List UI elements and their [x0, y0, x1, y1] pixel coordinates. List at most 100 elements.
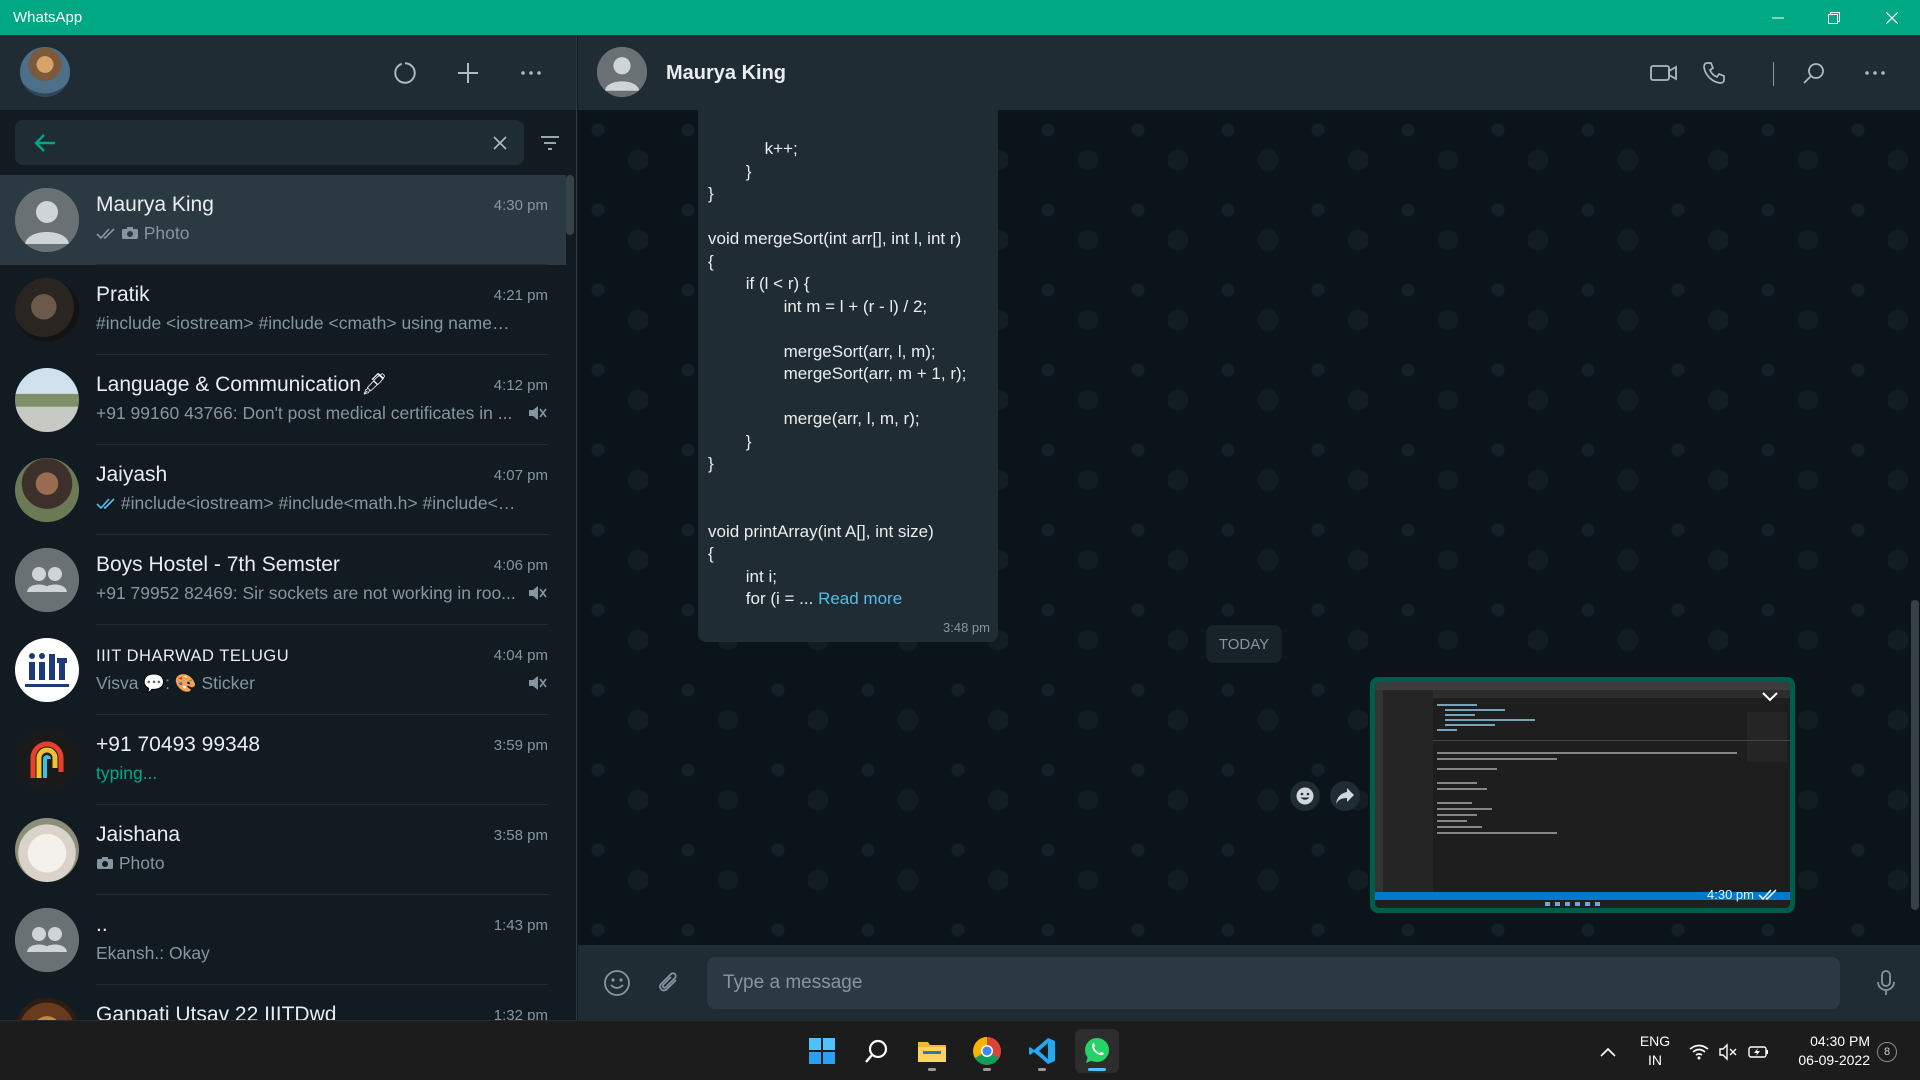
chat-item-boys-hostel[interactable]: Boys Hostel - 7th Semster 4:06 pm +91 79…: [0, 535, 566, 625]
input-language[interactable]: ENG IN: [1635, 1032, 1675, 1070]
avatar: [15, 278, 79, 342]
chevron-up-icon[interactable]: [1600, 1047, 1616, 1057]
chat-name: IIIT DHARWAD TELUGU: [96, 647, 290, 665]
system-clock[interactable]: 04:30 PM 06-09-2022: [1786, 1032, 1870, 1070]
message-composer: [578, 945, 1920, 1020]
new-chat-button[interactable]: [452, 57, 484, 89]
clear-search-icon[interactable]: [493, 136, 507, 150]
search-icon: [865, 1039, 888, 1063]
avatar: [15, 368, 79, 432]
minimize-icon: [1772, 17, 1784, 18]
conversation-menu-button[interactable]: [1859, 57, 1891, 89]
avatar: [15, 638, 79, 702]
search-icon: [1803, 63, 1824, 84]
outgoing-image-message[interactable]: 4:30 pm: [1370, 677, 1795, 913]
notification-badge[interactable]: 8: [1877, 1042, 1897, 1062]
attach-button[interactable]: [653, 967, 685, 999]
chat-item-dots-group[interactable]: .. 1:43 pm Ekansh.: Okay: [0, 895, 566, 985]
vscode-button[interactable]: [1020, 1029, 1064, 1073]
chat-preview-text: Photo: [118, 853, 165, 873]
whatsapp-icon: [1085, 1038, 1109, 1063]
search-messages-button[interactable]: [1798, 57, 1830, 89]
paperclip-icon: [659, 972, 677, 992]
incoming-message[interactable]: k++; } } void mergeSort(int arr[], int l…: [698, 100, 998, 642]
conversation-header: Maurya King: [578, 35, 1920, 110]
image-meta: 4:30 pm: [1707, 887, 1778, 902]
voice-call-button[interactable]: [1698, 57, 1730, 89]
chrome-icon: [973, 1037, 1001, 1065]
chat-item-iiit-dharwad-telugu[interactable]: IIIT DHARWAD TELUGU 4:04 pm Visva 💬: 🎨 S…: [0, 625, 566, 715]
wifi-icon: [1689, 1044, 1709, 1060]
folder-icon: [918, 1042, 946, 1062]
search-row: [0, 110, 576, 175]
forward-button[interactable]: [1330, 781, 1360, 811]
region-code: IN: [1648, 1052, 1662, 1068]
chat-preview: +91 79952 82469: Sir sockets are not wor…: [96, 583, 516, 603]
group-avatar-icon: [15, 908, 79, 972]
whatsapp-button[interactable]: [1075, 1029, 1119, 1073]
chat-item-ganpati-utsav[interactable]: Ganpati Utsav 22 IIITDwd 1:32 pm: [0, 985, 566, 1020]
restore-button[interactable]: [1806, 0, 1862, 35]
default-avatar-icon: [597, 47, 647, 97]
conversation-scrollbar[interactable]: [1911, 600, 1919, 910]
chat-time: 1:43 pm: [493, 917, 548, 934]
wifi-status[interactable]: [1688, 1041, 1710, 1063]
running-indicator: [1038, 1068, 1046, 1071]
window-title: WhatsApp: [13, 9, 83, 26]
message-input[interactable]: [707, 957, 1840, 1009]
chat-item-jaiyash[interactable]: Jaiyash 4:07 pm #include<iostream> #incl…: [0, 445, 566, 535]
image-thumbnail[interactable]: 4:30 pm: [1375, 682, 1790, 908]
chat-item-language-communication[interactable]: Language & Communication🖋 4:12 pm +91 99…: [0, 355, 566, 445]
chat-list-scrollbar[interactable]: [566, 175, 574, 235]
chat-time: 3:59 pm: [493, 737, 548, 754]
battery-status[interactable]: [1748, 1041, 1770, 1063]
chat-preview: Photo: [96, 853, 518, 874]
volume-status[interactable]: [1717, 1041, 1739, 1063]
voice-message-button[interactable]: [1870, 967, 1902, 999]
start-button[interactable]: [800, 1029, 844, 1073]
taskbar-search-button[interactable]: [855, 1029, 899, 1073]
phone-icon: [1703, 62, 1725, 84]
search-input[interactable]: [79, 120, 469, 165]
chat-name: Pratik: [96, 283, 150, 306]
file-explorer-button[interactable]: [910, 1029, 954, 1073]
chevron-down-icon[interactable]: [1762, 692, 1778, 702]
rainbow-logo-icon: [30, 741, 64, 778]
chat-preview: Visva 💬: 🎨 Sticker: [96, 673, 255, 693]
search-box: [15, 120, 524, 165]
running-indicator: [983, 1068, 991, 1071]
chat-time: 3:58 pm: [493, 827, 548, 844]
chat-time: 1:32 pm: [493, 1007, 548, 1020]
minimize-button[interactable]: [1750, 0, 1806, 35]
emoji-button[interactable]: [601, 967, 633, 999]
close-window-button[interactable]: [1864, 0, 1920, 35]
chrome-button[interactable]: [965, 1029, 1009, 1073]
chat-item-maurya-king[interactable]: Maurya King 4:30 pm Photo: [0, 175, 566, 265]
message-code: k++; } } void mergeSort(int arr[], int l…: [708, 139, 967, 608]
emoji-icon: [604, 970, 630, 996]
video-camera-icon: [1650, 65, 1677, 81]
my-avatar[interactable]: [20, 47, 70, 97]
contact-name[interactable]: Maurya King: [666, 62, 786, 85]
menu-button[interactable]: [515, 57, 547, 89]
chat-preview-text: Photo: [143, 223, 190, 243]
status-button[interactable]: [389, 57, 421, 89]
filter-icon[interactable]: [540, 135, 560, 151]
contact-avatar[interactable]: [597, 47, 647, 97]
chat-item-jaishana[interactable]: Jaishana 3:58 pm Photo: [0, 805, 566, 895]
chat-preview-text: #include<iostream> #include<math.h> #inc…: [120, 493, 518, 513]
back-arrow-icon[interactable]: [33, 132, 57, 154]
chat-item-phone-number[interactable]: +91 70493 99348 3:59 pm typing...: [0, 715, 566, 805]
video-call-button[interactable]: [1648, 57, 1680, 89]
chat-preview: #include<iostream> #include<math.h> #inc…: [96, 493, 518, 514]
conversation-panel: Maurya King k++; } } void mergeSort(int …: [578, 35, 1920, 1020]
chat-name: Boys Hostel - 7th Semster: [96, 553, 340, 576]
read-more-link[interactable]: Read more: [818, 589, 902, 608]
window-titlebar: WhatsApp: [0, 0, 1920, 35]
avatar: [15, 818, 79, 882]
volume-muted-icon: [1719, 1043, 1737, 1061]
chat-time: 4:04 pm: [493, 647, 548, 664]
chat-item-pratik[interactable]: Pratik 4:21 pm #include <iostream> #incl…: [0, 265, 566, 355]
react-button[interactable]: [1290, 781, 1320, 811]
battery-charging-icon: [1748, 1046, 1768, 1058]
